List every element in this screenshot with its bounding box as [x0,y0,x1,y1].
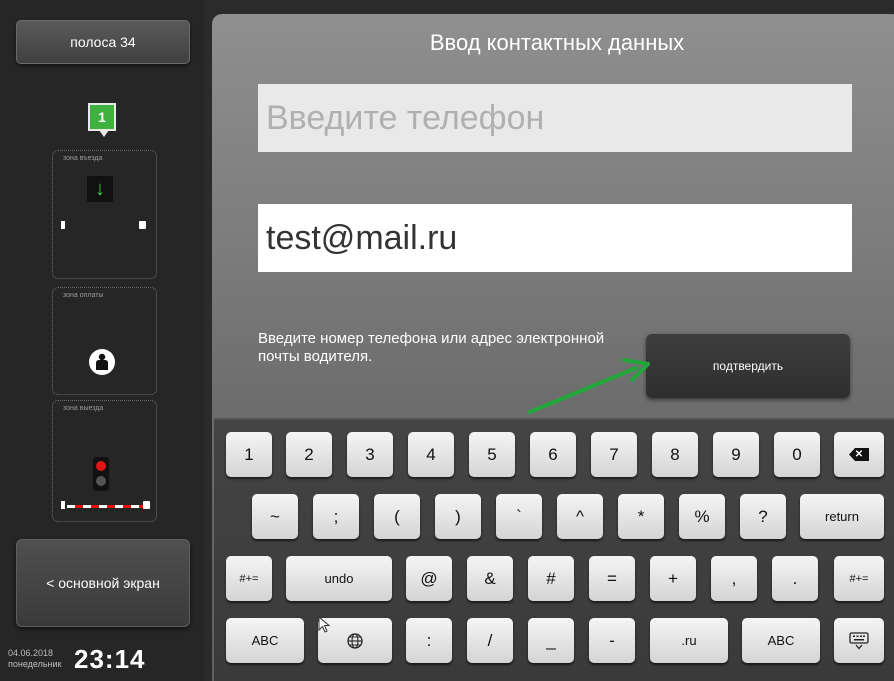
key-9[interactable]: 9 [713,432,759,477]
key-7[interactable]: 7 [591,432,637,477]
payment-zone-label: зона оплаты [63,292,104,299]
key-close-paren[interactable]: ) [435,494,481,539]
exit-zone-label: зона выезда [63,405,104,412]
key-hash[interactable]: # [528,556,574,601]
key-tilde[interactable]: ~ [252,494,298,539]
key-plus[interactable]: + [650,556,696,601]
key-ampersand[interactable]: & [467,556,513,601]
phone-input[interactable] [258,84,852,152]
entry-zone: зона въезда ↓ [52,150,157,279]
lane-number-badge: 1 [88,103,116,137]
key-4[interactable]: 4 [408,432,454,477]
key-asterisk[interactable]: * [618,494,664,539]
exit-zone: зона выезда [52,400,157,522]
person-icon [89,349,115,375]
dot-ru-key[interactable]: .ru [650,618,728,663]
lane-button[interactable]: полоса 34 [16,20,190,64]
key-8[interactable]: 8 [652,432,698,477]
date-text: 04.06.2018 [8,648,54,658]
barrier-icon [67,505,145,508]
post-right-icon [139,221,146,229]
off-light [96,476,106,486]
key-equals[interactable]: = [589,556,635,601]
backspace-key[interactable]: ✕ [834,432,884,477]
traffic-light-icon [93,457,109,491]
key-5[interactable]: 5 [469,432,515,477]
return-key[interactable]: return [800,494,884,539]
keyboard-hide-icon [849,631,869,649]
key-backtick[interactable]: ` [496,494,542,539]
key-3[interactable]: 3 [347,432,393,477]
undo-key[interactable]: undo [286,556,392,601]
symbols-key-right[interactable]: #+= [834,556,884,601]
clock-time: 23:14 [74,644,146,674]
entry-zone-label: зона въезда [63,155,103,162]
key-percent[interactable]: % [679,494,725,539]
globe-icon [347,632,363,649]
backspace-icon: ✕ [849,448,869,461]
symbols-key-left[interactable]: #+= [226,556,272,601]
onscreen-keyboard: 1 2 3 4 5 6 7 8 9 0 ✕ ~ ; ( ) ` ^ * % ? … [214,418,894,681]
arrow-down-icon: ↓ [87,176,113,202]
sidebar: полоса 34 1 зона въезда ↓ зона оплаты зо… [0,0,204,681]
post-left-icon [61,221,65,229]
key-underscore[interactable]: _ [528,618,574,663]
red-light [96,461,106,471]
key-slash[interactable]: / [467,618,513,663]
email-input[interactable] [258,204,852,272]
post-left-icon [61,501,65,509]
post-right-icon [143,501,150,509]
confirm-button[interactable]: подтвердить [646,334,850,398]
main-screen-button[interactable]: < основной экран [16,539,190,627]
clock-date: 04.06.2018 понедельник [8,648,62,670]
key-hyphen[interactable]: - [589,618,635,663]
key-period[interactable]: . [772,556,818,601]
abc-key-right[interactable]: ABC [742,618,820,663]
payment-zone: зона оплаты [52,287,157,395]
key-1[interactable]: 1 [226,432,272,477]
key-6[interactable]: 6 [530,432,576,477]
key-at[interactable]: @ [406,556,452,601]
key-semicolon[interactable]: ; [313,494,359,539]
key-caret[interactable]: ^ [557,494,603,539]
key-comma[interactable]: , [711,556,757,601]
key-2[interactable]: 2 [286,432,332,477]
mouse-cursor-icon [318,616,331,633]
key-question[interactable]: ? [740,494,786,539]
kiosk-screen: полоса 34 1 зона въезда ↓ зона оплаты зо… [0,0,894,681]
green-arrow-icon [528,358,650,414]
key-colon[interactable]: : [406,618,452,663]
abc-key-left[interactable]: ABC [226,618,304,663]
hide-keyboard-key[interactable] [834,618,884,663]
key-open-paren[interactable]: ( [374,494,420,539]
key-0[interactable]: 0 [774,432,820,477]
page-title: Ввод контактных данных [429,30,685,55]
weekday-text: понедельник [8,659,62,669]
